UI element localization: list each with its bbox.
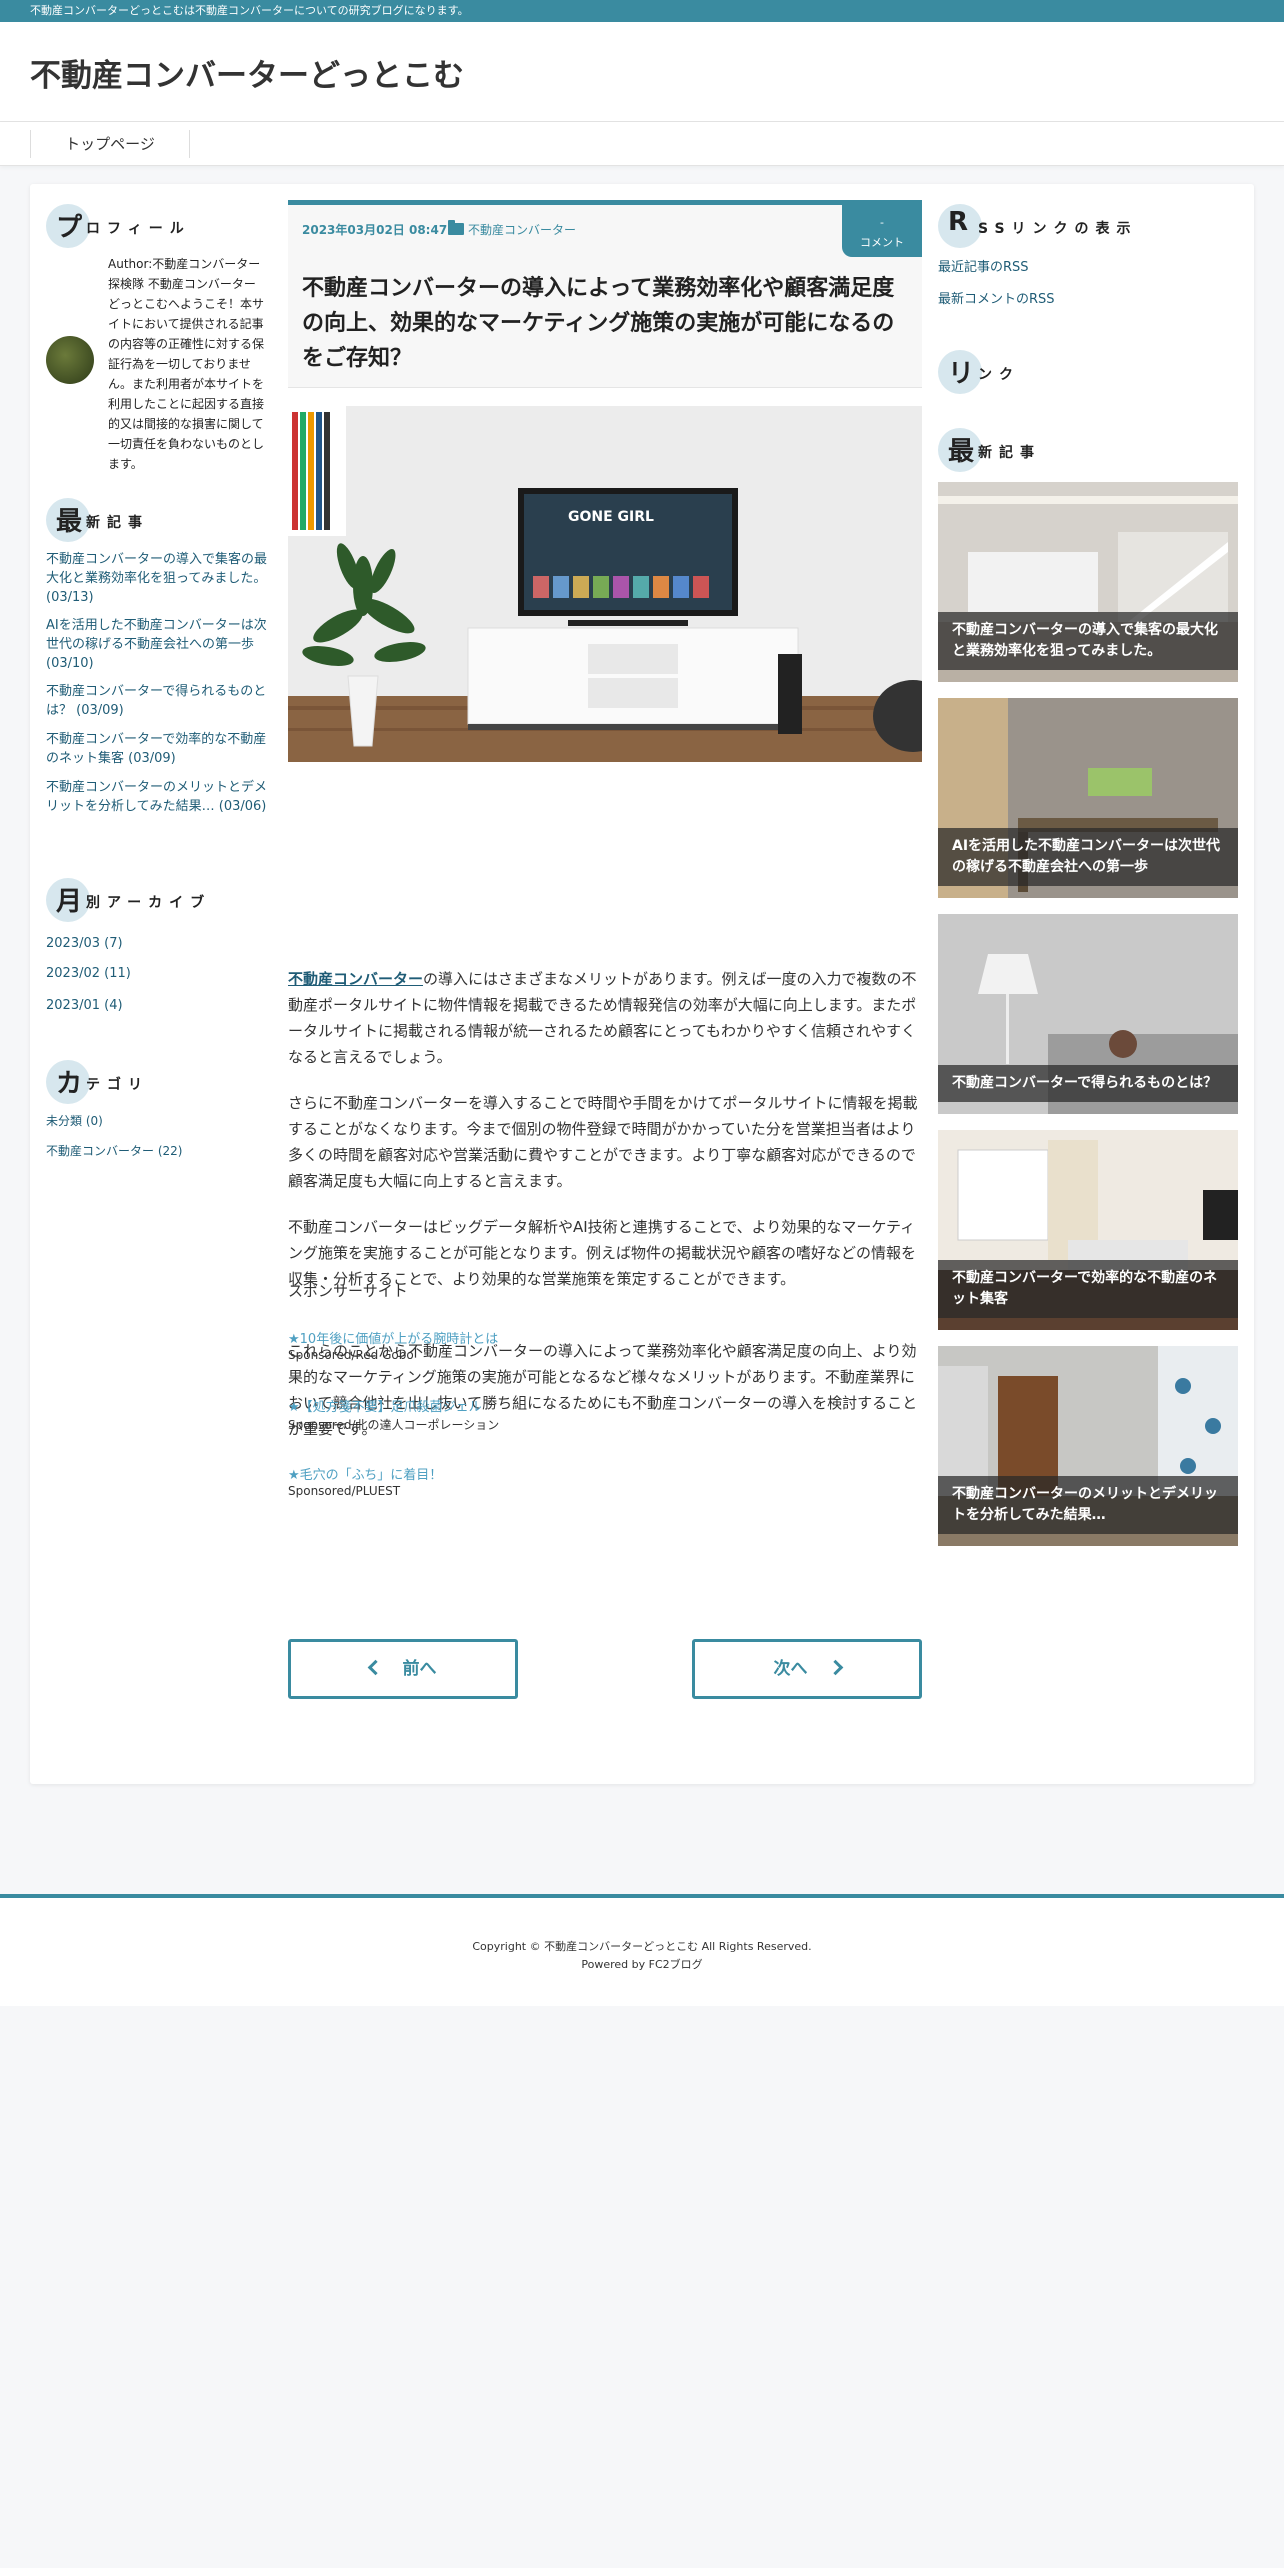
comment-label: コメント — [860, 236, 904, 249]
recent-post-link[interactable]: 不動産コンバーターで効率的な不動産のネット集客 (03/09) — [46, 730, 272, 768]
content-card: プ ロフィール Author:不動産コンバーター探検隊 不動産コンバーターどっと… — [30, 184, 1254, 1784]
thumb-caption: 不動産コンバーターで得られるものとは？ — [938, 1065, 1238, 1102]
recent-thumb-card[interactable]: 不動産コンバーターのメリットとデメリットを分析してみた結果… — [938, 1346, 1238, 1546]
copyright: Copyright © 不動産コンバーターどっとこむ All Rights Re… — [472, 1940, 812, 1953]
top-banner: 不動産コンバーターどっとこむは不動産コンバーターについての研究ブログになります。 — [0, 0, 1284, 22]
next-button[interactable]: 次へ — [692, 1639, 922, 1699]
sponsor-link[interactable]: ★10年後に価値が上がる腕時計とは — [288, 1328, 498, 1347]
post-hero-image: GONE GIRL — [288, 406, 922, 762]
sponsor-link[interactable]: ★【処方箋不要】足爪殺菌ジェル — [288, 1396, 482, 1415]
archive-link[interactable]: 2023/03 (7) — [46, 934, 272, 953]
powered-by-link[interactable]: Powered by FC2ブログ — [0, 1956, 1284, 1972]
profile-text: Author:不動産コンバーター探検隊 不動産コンバーターどっとこむへようこそ！… — [108, 257, 265, 471]
tv-title: GONE GIRL — [568, 509, 654, 525]
profile-heading: プ ロフィール — [46, 204, 246, 248]
recent-thumb-card[interactable]: 不動産コンバーターの導入で集客の最大化と業務効率化を狙ってみました。 — [938, 482, 1238, 682]
recent-post-link[interactable]: 不動産コンバーターの導入で集客の最大化と業務効率化を狙ってみました。 (03/1… — [46, 550, 272, 607]
keyword-link[interactable]: 不動産コンバーター — [288, 970, 423, 988]
post-category-link[interactable]: 不動産コンバーター — [468, 221, 576, 238]
post-paragraph: 不動産コンバーターの導入にはさまざまなメリットがあります。例えば一度の入力で複数… — [288, 970, 917, 1066]
comment-count: - — [880, 216, 884, 229]
category-link[interactable]: 未分類 (0) — [46, 1112, 272, 1131]
sponsor-by: Sponsored/北の達人コーポレーション — [288, 1418, 500, 1432]
comment-badge[interactable]: - コメント — [842, 205, 922, 257]
recent-thumbs-heading: 最 新記事 — [938, 428, 1138, 472]
site-header: 不動産コンバーターどっとこむ — [0, 22, 1284, 122]
footer: Copyright © 不動産コンバーターどっとこむ All Rights Re… — [0, 1894, 1284, 2006]
post-header: 2023年03月02日 08:47 不動産コンバーター - コメント 不動産コン… — [288, 200, 922, 388]
top-banner-text: 不動産コンバーターどっとこむは不動産コンバーターについての研究ブログになります。 — [30, 4, 469, 17]
sponsor-heading: スポンサーサイト — [288, 1282, 408, 1300]
recent-post-link[interactable]: 不動産コンバーターのメリットとデメリットを分析してみた結果… (03/06) — [46, 778, 272, 816]
sponsor-by: Sponsored/PLUEST — [288, 1484, 401, 1498]
post-paragraph: さらに不動産コンバーターを導入することで時間や手間をかけてポータルサイトに情報を… — [288, 1094, 918, 1190]
folder-icon — [448, 220, 464, 235]
rss-link-posts[interactable]: 最近記事のRSS — [938, 256, 1029, 275]
recent-thumb-card[interactable]: AIを活用した不動産コンバーターは次世代の稼げる不動産会社への第一歩 — [938, 698, 1238, 898]
chevron-left-icon — [367, 1659, 383, 1676]
recent-thumb-card[interactable]: 不動産コンバーターで得られるものとは？ — [938, 914, 1238, 1114]
rss-heading: R SSリンクの表示 — [938, 204, 1168, 248]
nav-item-top[interactable]: トップページ — [30, 130, 190, 158]
sponsor-link[interactable]: ★毛穴の「ふち」に着目！ — [288, 1464, 442, 1483]
category-heading: カ テゴリ — [46, 1060, 246, 1104]
archive-heading: 月 別アーカイブ — [46, 878, 266, 922]
thumb-caption: 不動産コンバーターのメリットとデメリットを分析してみた結果… — [938, 1476, 1238, 1534]
rss-link-comments[interactable]: 最新コメントのRSS — [938, 288, 1055, 307]
sponsor-by: Sponsored/Red Gobo — [288, 1348, 414, 1362]
links-heading: リ ンク — [938, 350, 1138, 394]
global-nav: トップページ — [0, 122, 1284, 166]
thumb-caption: 不動産コンバーターの導入で集客の最大化と業務効率化を狙ってみました。 — [938, 612, 1238, 670]
archive-link[interactable]: 2023/02 (11) — [46, 964, 272, 983]
thumb-caption: AIを活用した不動産コンバーターは次世代の稼げる不動産会社への第一歩 — [938, 828, 1238, 886]
avatar — [46, 336, 94, 384]
recent-post-link[interactable]: AIを活用した不動産コンバーターは次世代の稼げる不動産会社への第一歩 (03/1… — [46, 616, 272, 673]
thumb-caption: 不動産コンバーターで効率的な不動産のネット集客 — [938, 1260, 1238, 1318]
recent-thumb-card[interactable]: 不動産コンバーターで効率的な不動産のネット集客 — [938, 1130, 1238, 1330]
category-link[interactable]: 不動産コンバーター (22) — [46, 1142, 272, 1161]
archive-link[interactable]: 2023/01 (4) — [46, 996, 272, 1015]
recent-post-link[interactable]: 不動産コンバーターで得られるものとは？ (03/09) — [46, 682, 272, 720]
recent-posts-heading: 最 新記事 — [46, 498, 246, 542]
site-title[interactable]: 不動産コンバーターどっとこむ — [30, 50, 464, 95]
living-room-illustration: GONE GIRL — [288, 406, 922, 762]
chevron-right-icon — [827, 1659, 843, 1676]
post-title: 不動産コンバーターの導入によって業務効率化や顧客満足度の向上、効果的なマーケティ… — [302, 276, 895, 371]
prev-button[interactable]: 前へ — [288, 1639, 518, 1699]
post-date: 2023年03月02日 08:47 — [302, 223, 448, 237]
